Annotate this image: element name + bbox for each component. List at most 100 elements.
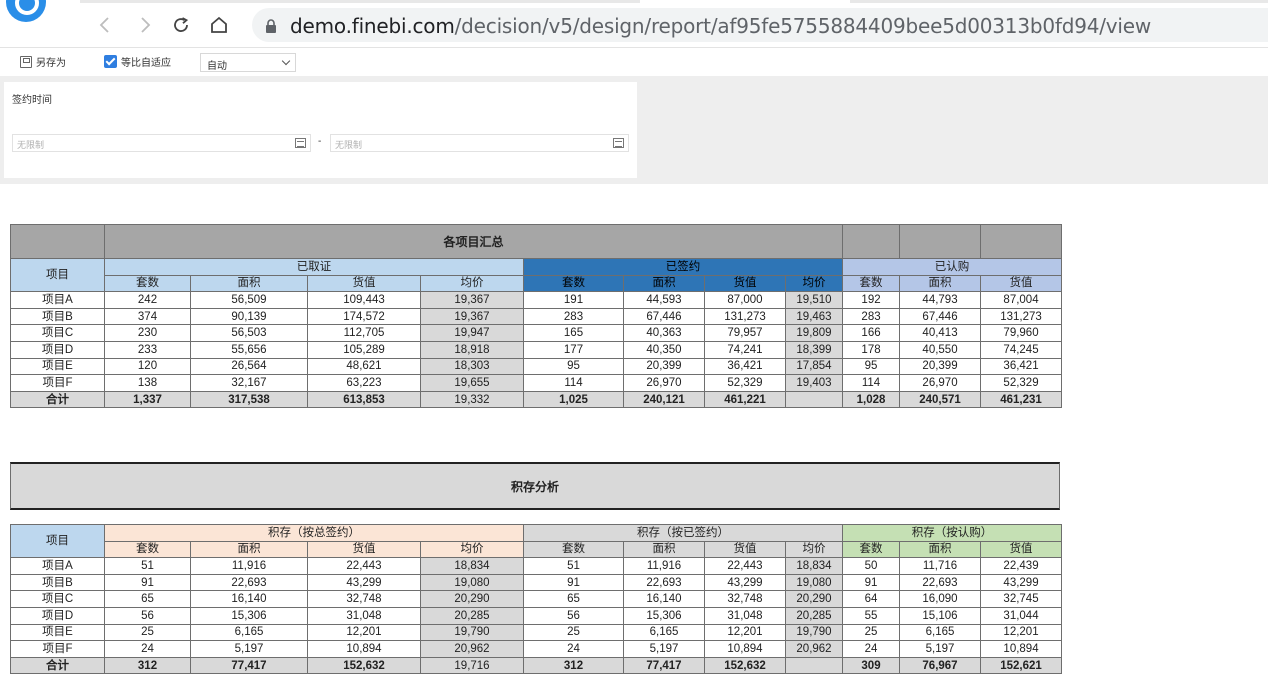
value-cell: 36,421 <box>980 357 1063 376</box>
value-cell: 19,367 <box>420 291 524 309</box>
value-cell: 51 <box>104 557 191 575</box>
total-row: 合计 312 77,417 152,632 19,716 312 77,417 152,632… <box>10 656 1063 675</box>
value-cell: 67,446 <box>899 307 982 326</box>
value-cell: 22,439 <box>979 557 1063 575</box>
value-cell: 166 <box>842 324 901 342</box>
value-cell: 65 <box>104 590 191 608</box>
total-value-cell: 312 <box>523 656 624 675</box>
value-cell: 31,048 <box>307 606 421 625</box>
total-value-cell: 1,025 <box>523 390 624 409</box>
start-date-placeholder: 无限制 <box>17 140 45 150</box>
app-logo-icon <box>6 0 46 22</box>
column-header: 货值 <box>980 274 1063 293</box>
project-name-cell: 项目B <box>10 573 105 592</box>
value-cell: 74,245 <box>980 340 1063 359</box>
value-cell: 22,443 <box>307 557 421 575</box>
url-text: demo.finebi.com/decision/v5/design/repor… <box>290 14 1152 38</box>
table-row: 项目E 25 6,165 12,201 19,790 25 6,165 12,201 19,79… <box>10 623 1063 642</box>
column-header: 套数 <box>104 274 191 293</box>
column-header: 货值 <box>704 274 786 293</box>
column-header: 套数 <box>842 274 901 293</box>
project-name-cell: 项目D <box>10 340 105 359</box>
table-row: 项目E 120 26,564 48,621 18,303 95 20,399 36,421 17… <box>10 357 1063 376</box>
value-cell: 16,090 <box>899 590 981 608</box>
value-cell: 174,572 <box>307 307 421 326</box>
value-cell: 109,443 <box>307 291 421 309</box>
value-cell: 165 <box>523 324 624 342</box>
save-as-icon <box>20 55 32 68</box>
value-cell: 91 <box>104 573 191 592</box>
save-as-button[interactable]: 另存为 <box>20 54 66 69</box>
value-cell: 24 <box>842 640 900 658</box>
value-cell: 11,716 <box>899 557 981 575</box>
value-cell: 16,140 <box>623 590 705 608</box>
table-row: 项目F 24 5,197 10,894 20,962 24 5,197 10,894 20,96… <box>10 640 1063 658</box>
total-value-cell: 152,632 <box>704 656 786 675</box>
group-header-signed: 已签约 <box>522 258 844 276</box>
value-cell: 283 <box>842 307 901 326</box>
value-cell: 18,303 <box>420 357 524 376</box>
forward-icon[interactable] <box>132 12 158 38</box>
filter-panel: 签约时间 无限制 - 无限制 <box>4 82 637 178</box>
fit-label: 等比自适应 <box>121 58 171 69</box>
calendar-icon[interactable] <box>295 138 306 148</box>
date-separator: - <box>318 136 322 147</box>
value-cell: 24 <box>104 640 191 658</box>
total-value-cell: 19,716 <box>420 656 524 675</box>
project-name-cell: 项目A <box>10 291 105 309</box>
table-row: 项目C 65 16,140 32,748 20,290 65 16,140 32,748 20,… <box>10 590 1063 608</box>
value-cell: 105,289 <box>307 340 421 359</box>
zoom-select-value: 自动 <box>207 61 227 72</box>
value-cell: 52,329 <box>704 374 786 392</box>
lock-icon <box>264 18 278 34</box>
value-cell: 90,139 <box>190 307 308 326</box>
home-icon[interactable] <box>206 12 232 38</box>
back-icon[interactable] <box>92 12 118 38</box>
title-filler <box>842 224 901 259</box>
project-name-cell: 项目E <box>10 357 105 376</box>
value-cell: 48,621 <box>307 357 421 376</box>
address-bar[interactable]: demo.finebi.com/decision/v5/design/repor… <box>252 8 1268 42</box>
value-cell: 52,329 <box>980 374 1063 392</box>
fit-checkbox[interactable]: 等比自适应 <box>104 54 171 69</box>
value-cell: 20,290 <box>420 590 524 608</box>
value-cell: 55 <box>842 606 900 625</box>
table-row: 项目F 138 32,167 63,223 19,655 114 26,970 52,329 1… <box>10 374 1063 392</box>
inventory-section-title: 积存分析 <box>10 462 1060 510</box>
total-value-cell: 461,221 <box>704 390 786 409</box>
value-cell: 64 <box>842 590 900 608</box>
value-cell: 19,403 <box>784 374 844 392</box>
project-name-cell: 项目A <box>10 557 105 575</box>
active-tab[interactable] <box>640 0 850 3</box>
start-date-input[interactable]: 无限制 <box>12 134 311 152</box>
column-header: 套数 <box>104 540 191 559</box>
end-date-input[interactable]: 无限制 <box>330 134 629 152</box>
column-header: 套数 <box>842 540 900 559</box>
reload-icon[interactable] <box>168 12 194 38</box>
value-cell: 56 <box>523 606 624 625</box>
value-cell: 67,446 <box>623 307 705 326</box>
value-cell: 26,970 <box>899 374 982 392</box>
value-cell: 79,960 <box>980 324 1063 342</box>
value-cell: 12,201 <box>307 623 421 642</box>
value-cell: 114 <box>842 374 901 392</box>
calendar-icon[interactable] <box>613 138 624 148</box>
value-cell: 15,106 <box>899 606 981 625</box>
value-cell: 17,854 <box>784 357 844 376</box>
value-cell: 20,285 <box>420 606 524 625</box>
value-cell: 40,350 <box>623 340 705 359</box>
value-cell: 18,834 <box>785 557 843 575</box>
value-cell: 50 <box>842 557 900 575</box>
value-cell: 114 <box>523 374 624 392</box>
column-header: 面积 <box>899 274 982 293</box>
checkbox-checked-icon[interactable] <box>104 55 117 68</box>
total-value-cell: 317,538 <box>190 390 308 409</box>
value-cell: 40,550 <box>899 340 982 359</box>
value-cell: 87,004 <box>980 291 1063 309</box>
total-value-cell: 77,417 <box>190 656 308 675</box>
value-cell: 32,745 <box>979 590 1063 608</box>
total-value-cell: 1,028 <box>842 390 901 409</box>
zoom-select[interactable]: 自动 <box>200 53 296 72</box>
value-cell: 25 <box>104 623 191 642</box>
total-row: 合计 1,337 317,538 613,853 19,332 1,025 240,121 4… <box>10 390 1063 409</box>
